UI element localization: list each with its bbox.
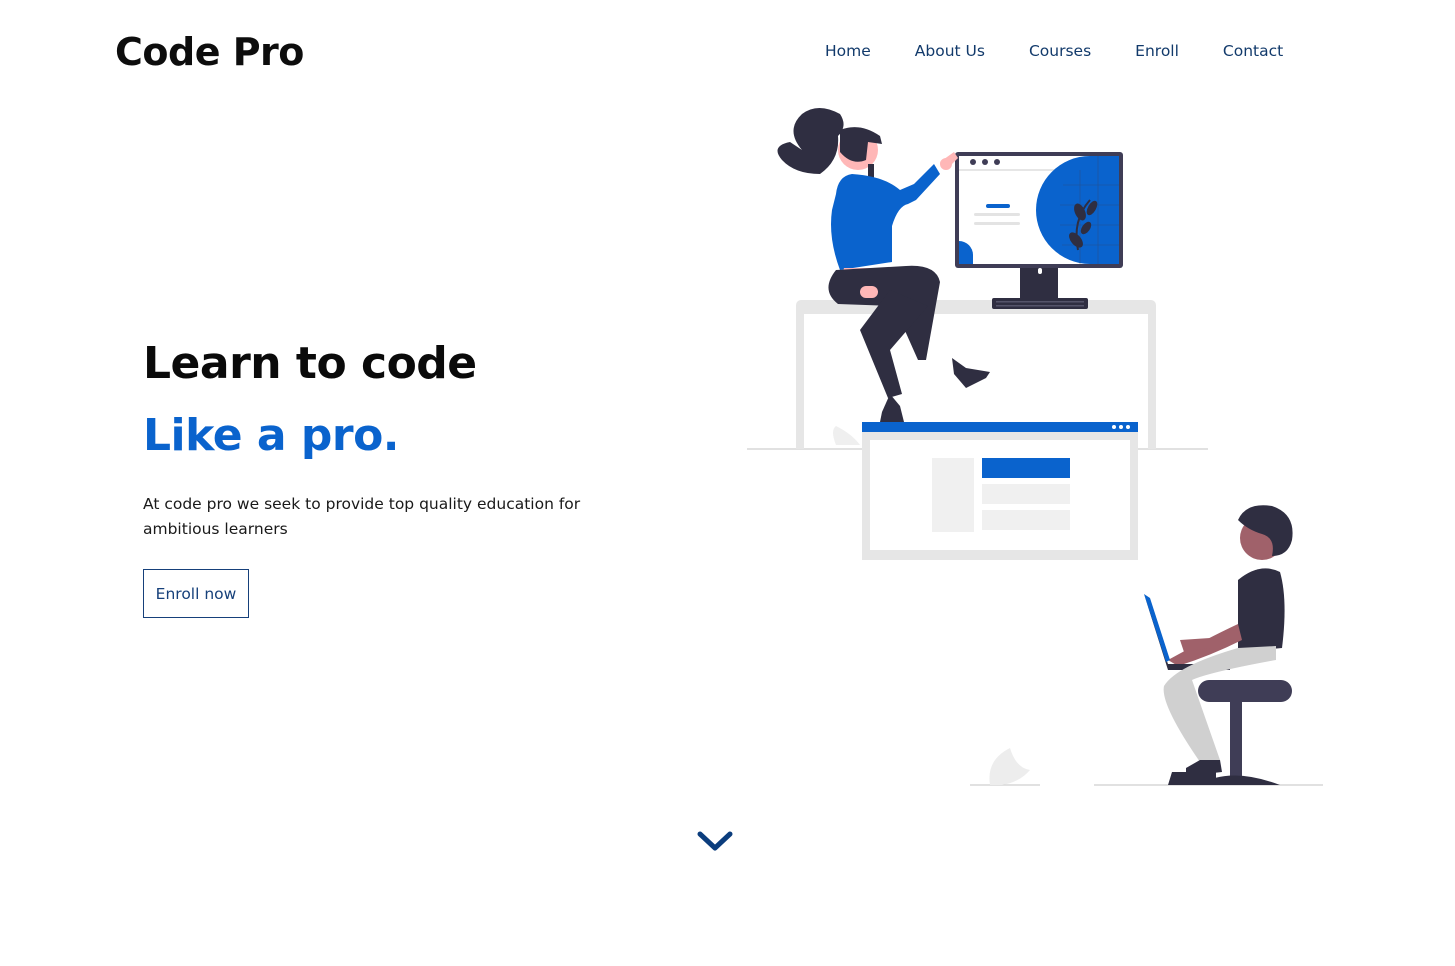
enroll-now-button[interactable]: Enroll now xyxy=(143,569,249,618)
hero-description: At code pro we seek to provide top quali… xyxy=(143,495,581,538)
nav-contact[interactable]: Contact xyxy=(1223,42,1283,60)
logo[interactable]: Code Pro xyxy=(115,30,304,74)
chevron-down-icon[interactable] xyxy=(696,828,734,856)
nav-about-us[interactable]: About Us xyxy=(915,42,985,60)
nav-home[interactable]: Home xyxy=(825,42,871,60)
nav-courses[interactable]: Courses xyxy=(1029,42,1091,60)
hero-accent-title: Like a pro. xyxy=(143,410,400,461)
nav-enroll[interactable]: Enroll xyxy=(1135,42,1179,60)
people-coding-illustration xyxy=(747,108,1323,786)
hero-title: Learn to code xyxy=(143,338,477,389)
main-nav: Home About Us Courses Enroll Contact xyxy=(825,42,1283,60)
